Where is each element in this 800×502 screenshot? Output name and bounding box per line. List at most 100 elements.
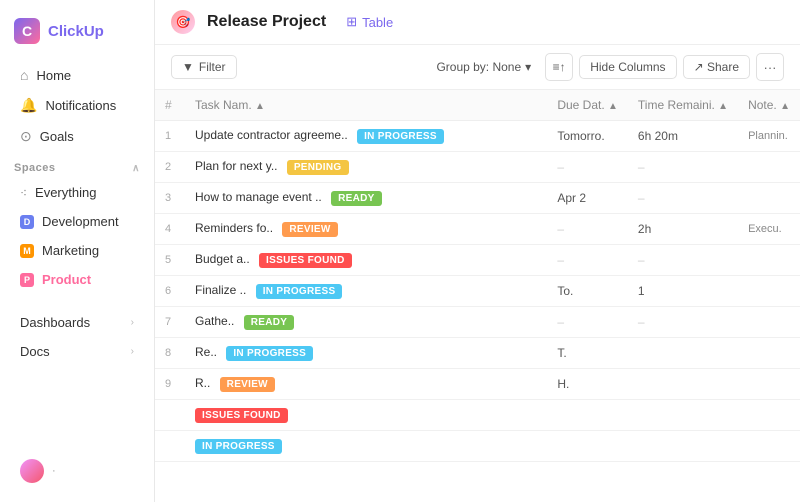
col-header-due[interactable]: Due Dat. ▲ xyxy=(547,90,628,121)
due-date: Apr 2 xyxy=(547,183,628,214)
time-remaining xyxy=(628,431,738,462)
status-badge: ISSUES FOUND xyxy=(259,253,352,268)
sidebar-item-notifications[interactable]: 🔔 Notifications xyxy=(6,91,148,120)
task-name[interactable]: How to manage event .. READY xyxy=(185,183,547,214)
due-date: T. xyxy=(547,338,628,369)
status-badge: REVIEW xyxy=(220,377,275,392)
header: 🎯 Release Project ⊞ Table xyxy=(155,0,800,45)
task-name[interactable]: Plan for next y.. PENDING xyxy=(185,152,547,183)
status-badge: PENDING xyxy=(287,160,349,175)
time-remaining: – xyxy=(628,307,738,338)
sidebar: C ClickUp ⌂ Home 🔔 Notifications ⊙ Goals… xyxy=(0,0,155,502)
task-name[interactable]: Update contractor agreeme.. IN PROGRESS xyxy=(185,121,547,152)
main-content: 🎯 Release Project ⊞ Table ▼ Filter Group… xyxy=(155,0,800,502)
task-name[interactable]: ISSUES FOUND xyxy=(185,400,547,431)
time-remaining: 1 xyxy=(628,276,738,307)
filter-label: Filter xyxy=(199,60,226,74)
collapse-icon: › xyxy=(131,346,134,357)
table-row[interactable]: 4Reminders fo.. REVIEW–2hExecu. xyxy=(155,214,800,245)
time-remaining: – xyxy=(628,183,738,214)
marketing-dot: M xyxy=(20,244,34,258)
sidebar-item-label: Docs xyxy=(20,344,50,359)
time-remaining: – xyxy=(628,152,738,183)
status-badge: ISSUES FOUND xyxy=(195,408,288,423)
sidebar-item-user[interactable]: · xyxy=(6,453,148,489)
share-label: Share xyxy=(707,60,739,74)
table-row[interactable]: 5Budget a.. ISSUES FOUND–– xyxy=(155,245,800,276)
table-row[interactable]: 7Gathe.. READY–– xyxy=(155,307,800,338)
table-row[interactable]: IN PROGRESS xyxy=(155,431,800,462)
sidebar-item-goals[interactable]: ⊙ Goals xyxy=(6,122,148,151)
due-date: – xyxy=(547,152,628,183)
filter-button[interactable]: ▼ Filter xyxy=(171,55,237,79)
row-number: 5 xyxy=(155,245,185,276)
sidebar-item-development[interactable]: D Development xyxy=(6,208,148,235)
chevron-icon: ∧ xyxy=(132,163,140,174)
row-number xyxy=(155,431,185,462)
col-header-task[interactable]: Task Nam. ▲ xyxy=(185,90,547,121)
notes xyxy=(738,276,800,307)
task-name[interactable]: IN PROGRESS xyxy=(185,431,547,462)
bell-icon: 🔔 xyxy=(20,97,37,114)
notes xyxy=(738,245,800,276)
hide-columns-button[interactable]: Hide Columns xyxy=(579,55,676,79)
status-badge: READY xyxy=(331,191,382,206)
more-options-button[interactable]: ··· xyxy=(756,53,784,81)
status-badge: IN PROGRESS xyxy=(256,284,343,299)
task-name[interactable]: Finalize .. IN PROGRESS xyxy=(185,276,547,307)
table-row[interactable]: ISSUES FOUND xyxy=(155,400,800,431)
sidebar-item-label: Dashboards xyxy=(20,315,90,330)
row-number: 1 xyxy=(155,121,185,152)
table-row[interactable]: 8Re.. IN PROGRESST. xyxy=(155,338,800,369)
col-header-time[interactable]: Time Remaini. ▲ xyxy=(628,90,738,121)
filter-icon: ▼ xyxy=(182,60,194,74)
table-row[interactable]: 9R.. REVIEWH. xyxy=(155,369,800,400)
sidebar-item-dashboards[interactable]: Dashboards › xyxy=(6,309,148,336)
group-by-selector[interactable]: Group by: None ▾ xyxy=(428,56,539,78)
status-badge: READY xyxy=(244,315,295,330)
sidebar-item-label: Home xyxy=(36,68,71,83)
sidebar-item-everything[interactable]: ⁖ Everything xyxy=(6,179,148,206)
due-date: To. xyxy=(547,276,628,307)
table-row[interactable]: 3How to manage event .. READYApr 2– xyxy=(155,183,800,214)
table-header-row: # Task Nam. ▲ Due Dat. ▲ Time Remaini. ▲… xyxy=(155,90,800,121)
task-name[interactable]: R.. REVIEW xyxy=(185,369,547,400)
task-name[interactable]: Re.. IN PROGRESS xyxy=(185,338,547,369)
task-name[interactable]: Gathe.. READY xyxy=(185,307,547,338)
product-dot: P xyxy=(20,273,34,287)
row-number: 3 xyxy=(155,183,185,214)
table-row[interactable]: 1Update contractor agreeme.. IN PROGRESS… xyxy=(155,121,800,152)
sidebar-item-home[interactable]: ⌂ Home xyxy=(6,61,148,89)
development-dot: D xyxy=(20,215,34,229)
sidebar-item-marketing[interactable]: M Marketing xyxy=(6,237,148,264)
sidebar-item-label: Goals xyxy=(40,129,74,144)
row-number: 8 xyxy=(155,338,185,369)
share-button[interactable]: ↗ Share xyxy=(683,55,750,79)
col-header-notes[interactable]: Note. ▲ xyxy=(738,90,800,121)
hide-columns-label: Hide Columns xyxy=(590,60,665,74)
time-remaining: 6h 20m xyxy=(628,121,738,152)
sort-button[interactable]: ≡↑ xyxy=(545,53,573,81)
task-table-container: # Task Nam. ▲ Due Dat. ▲ Time Remaini. ▲… xyxy=(155,90,800,502)
status-badge: IN PROGRESS xyxy=(357,129,444,144)
collapse-icon: › xyxy=(131,317,134,328)
time-remaining xyxy=(628,400,738,431)
sidebar-item-label: Notifications xyxy=(45,98,116,113)
task-name[interactable]: Reminders fo.. REVIEW xyxy=(185,214,547,245)
sidebar-item-product[interactable]: P Product xyxy=(6,266,148,293)
spaces-section: Spaces ∧ xyxy=(0,152,154,178)
due-date: H. xyxy=(547,369,628,400)
sidebar-bottom: · xyxy=(0,453,154,490)
table-row[interactable]: 6Finalize .. IN PROGRESSTo.1 xyxy=(155,276,800,307)
task-name[interactable]: Budget a.. ISSUES FOUND xyxy=(185,245,547,276)
col-header-num: # xyxy=(155,90,185,121)
toolbar: ▼ Filter Group by: None ▾ ≡↑ Hide Column… xyxy=(155,45,800,90)
table-view-button[interactable]: ⊞ Table xyxy=(338,11,401,33)
sidebar-item-label: Everything xyxy=(35,185,96,200)
table-row[interactable]: 2Plan for next y.. PENDING–– xyxy=(155,152,800,183)
sidebar-item-docs[interactable]: Docs › xyxy=(6,338,148,365)
notes xyxy=(738,307,800,338)
more-icon: ··· xyxy=(764,60,777,75)
logo-icon: C xyxy=(14,18,40,44)
logo: C ClickUp xyxy=(0,12,154,60)
